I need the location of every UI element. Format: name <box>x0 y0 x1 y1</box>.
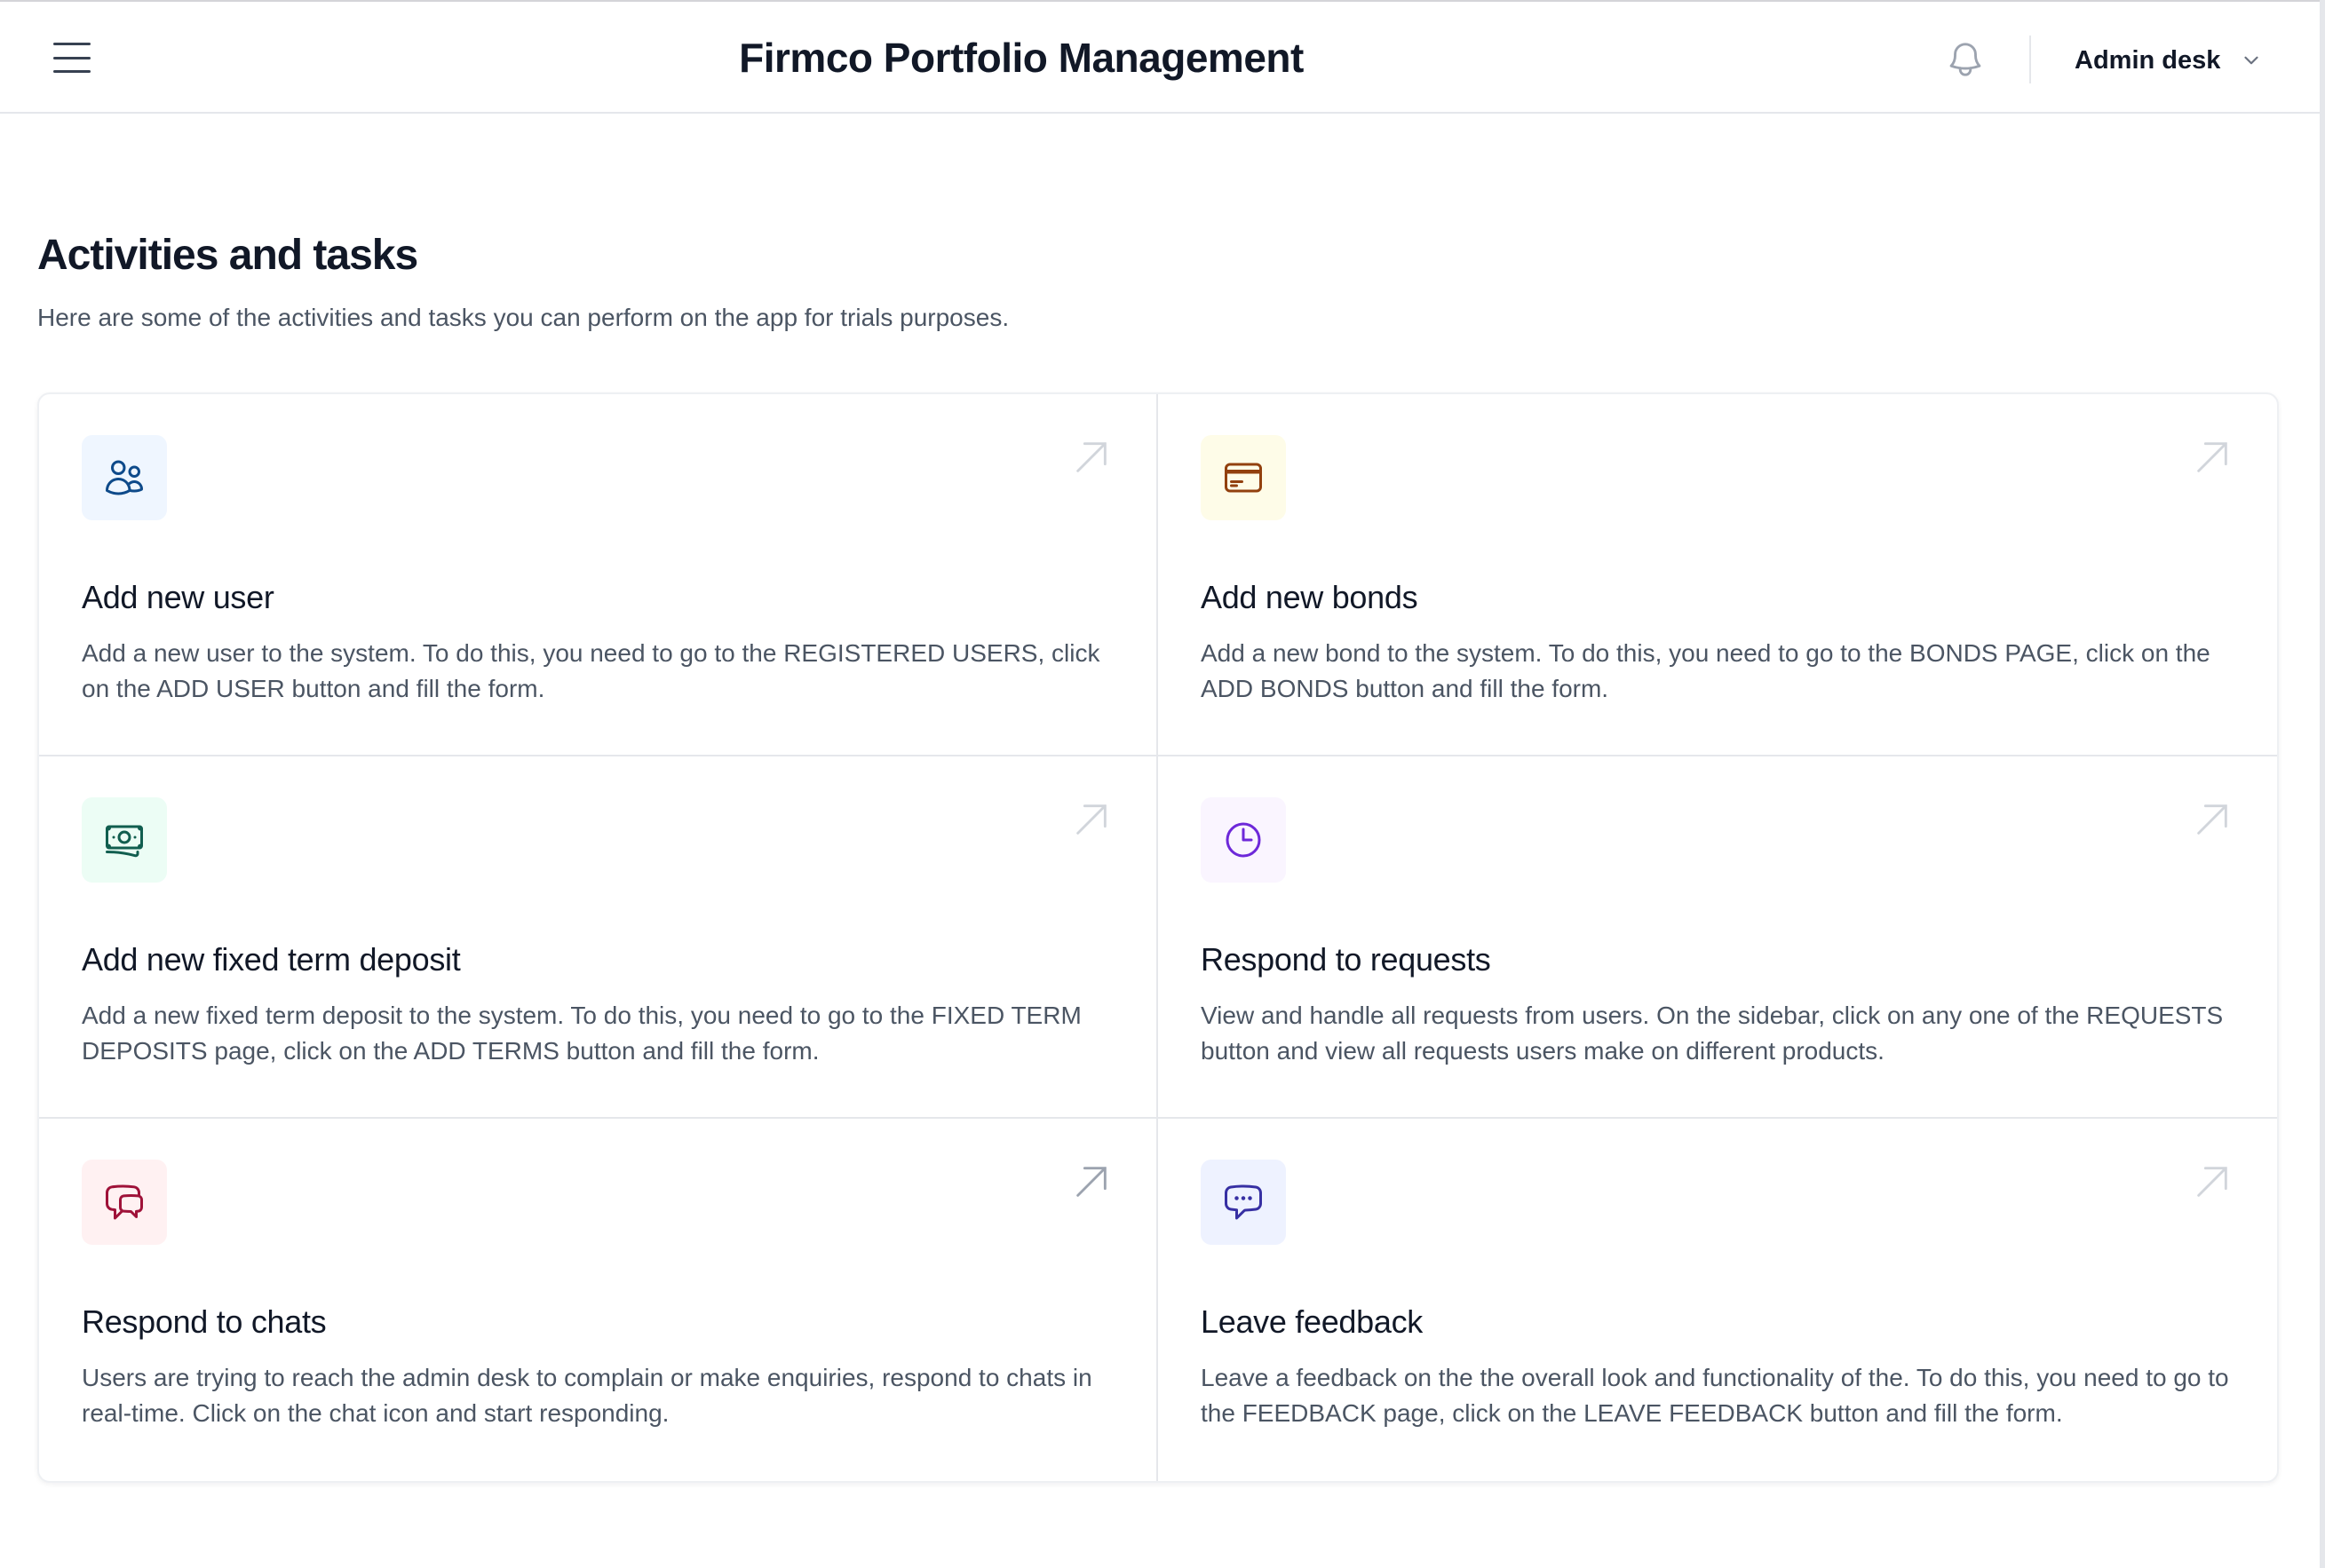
card-respond-to-requests[interactable]: Respond to requests View and handle all … <box>1158 756 2277 1119</box>
card-description: Leave a feedback on the the overall look… <box>1201 1364 2229 1427</box>
card-description: View and handle all requests from users.… <box>1201 1002 2224 1065</box>
card-title: Add new bonds <box>1201 579 1418 615</box>
card-description: Add a new fixed term deposit to the syst… <box>82 1002 1082 1065</box>
chat-ellipsis-icon <box>1225 1184 1262 1220</box>
clock-icon <box>1226 822 1261 858</box>
app-title: Firmco Portfolio Management <box>739 35 1304 81</box>
banknotes-icon <box>106 825 143 858</box>
arrow-up-right-icon <box>1076 1167 1107 1197</box>
top-navigation-bar: Firmco Portfolio Management Admin desk <box>0 0 2325 114</box>
arrow-up-right-icon <box>1076 442 1107 472</box>
card-title: Add new user <box>82 579 274 615</box>
card-leave-feedback[interactable]: Leave feedback Leave a feedback on the t… <box>1158 1119 2277 1481</box>
card-title: Respond to requests <box>1201 941 1491 978</box>
window-edge <box>2320 0 2325 1568</box>
header-divider <box>2029 36 2031 83</box>
activities-grid: Add new user Add a new user to the syste… <box>37 392 2279 1483</box>
card-title: Respond to chats <box>82 1303 327 1340</box>
card-icon-container <box>1201 1160 1286 1245</box>
card-add-new-user[interactable]: Add new user Add a new user to the syste… <box>39 394 1158 756</box>
user-name: Admin desk <box>2075 45 2221 75</box>
chevron-down-icon <box>2244 56 2258 65</box>
bell-icon[interactable] <box>1945 39 1986 80</box>
chat-bubbles-icon <box>106 1184 143 1220</box>
card-icon-container <box>1201 435 1286 520</box>
card-icon-container <box>82 797 167 883</box>
card-description: Add a new user to the system. To do this… <box>82 639 1100 702</box>
user-menu-button[interactable]: Admin desk <box>2075 43 2263 78</box>
card-description: Users are trying to reach the admin desk… <box>82 1364 1092 1427</box>
card-add-new-fixed-term-deposit[interactable]: Add new fixed term deposit Add a new fix… <box>39 756 1158 1119</box>
arrow-up-right-icon <box>2197 442 2227 472</box>
card-title: Leave feedback <box>1201 1303 1423 1340</box>
page-title: Activities and tasks <box>37 232 418 279</box>
card-title: Add new fixed term deposit <box>82 941 461 978</box>
card-description: Add a new bond to the system. To do this… <box>1201 639 2210 702</box>
card-icon-container <box>82 1160 167 1245</box>
users-icon <box>105 460 143 495</box>
arrow-up-right-icon <box>2197 1167 2227 1197</box>
page-subtitle: Here are some of the activities and task… <box>37 304 1010 331</box>
card-icon-container <box>1201 797 1286 883</box>
arrow-up-right-icon <box>2197 804 2227 835</box>
card-respond-to-chats[interactable]: Respond to chats Users are trying to rea… <box>39 1119 1158 1481</box>
arrow-up-right-icon <box>1076 804 1107 835</box>
credit-card-icon <box>1225 463 1262 493</box>
card-add-new-bonds[interactable]: Add new bonds Add a new bond to the syst… <box>1158 394 2277 756</box>
card-icon-container <box>82 435 167 520</box>
